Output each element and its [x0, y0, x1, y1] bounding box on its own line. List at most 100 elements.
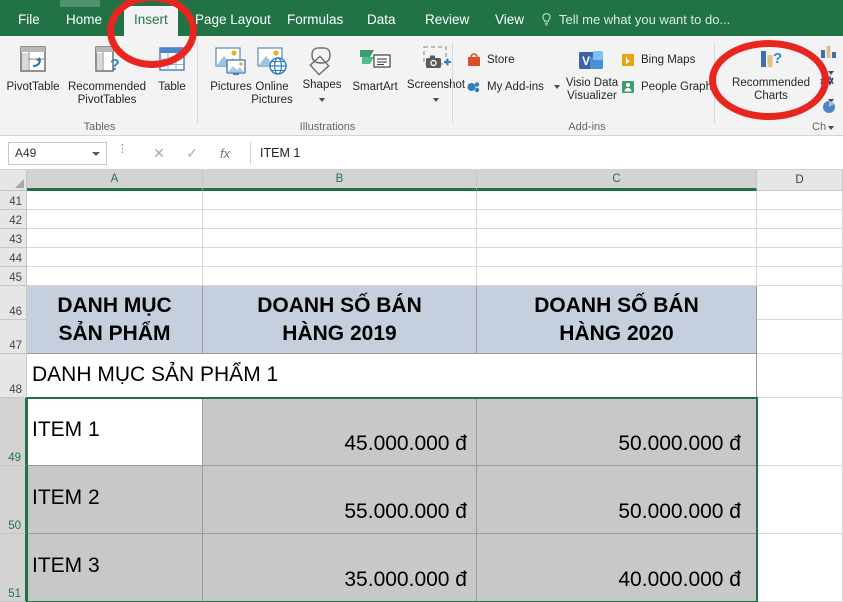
row-header-41[interactable]: 41 [0, 191, 27, 210]
recommended-charts-label-1: Recommended [732, 77, 810, 89]
recommended-charts-button[interactable]: ? Recommended Charts [725, 46, 817, 103]
pivot-table-button[interactable]: PivotTable [2, 44, 64, 94]
cell-c41[interactable] [477, 191, 757, 210]
cell-b49-text: 45.000.000 đ [344, 432, 467, 455]
row-header-42[interactable]: 42 [0, 210, 27, 229]
cell-a42[interactable] [27, 210, 203, 229]
lightbulb-icon [542, 13, 551, 26]
tab-view[interactable]: View [485, 6, 534, 36]
formula-bar-expand-handle[interactable]: ⋮ [117, 144, 128, 160]
row-header-48[interactable]: 48 [0, 354, 27, 398]
tab-home[interactable]: Home [56, 6, 112, 36]
store-icon [468, 53, 480, 66]
screenshot-dropdown-caret[interactable] [404, 91, 468, 109]
cell-d45[interactable] [757, 267, 843, 286]
shapes-icon [309, 47, 331, 76]
bing-maps-button[interactable]: Bing Maps [620, 52, 695, 68]
cell-c43[interactable] [477, 229, 757, 248]
cell-d47[interactable] [757, 320, 843, 354]
chevron-down-icon[interactable] [92, 152, 100, 156]
bing-maps-icon [622, 54, 634, 66]
recommended-pivot-tables-label-2: PivotTables [77, 94, 137, 106]
name-box-value: A49 [15, 146, 37, 160]
select-all-corner[interactable] [0, 170, 27, 191]
smartart-button[interactable]: SmartArt [345, 44, 405, 94]
cell-d48[interactable] [757, 354, 843, 398]
cell-b50[interactable]: 55.000.000 đ [203, 466, 477, 534]
people-graph-button[interactable]: People Graph [620, 79, 712, 95]
cell-c44[interactable] [477, 248, 757, 267]
cell-d41[interactable] [757, 191, 843, 210]
row-header-47[interactable]: 47 [0, 320, 27, 354]
cell-c51[interactable]: 40.000.000 đ [477, 534, 757, 602]
cell-b51-text: 35.000.000 đ [344, 568, 467, 591]
cell-a46-header[interactable]: DANH MỤC SẢN PHẨM [27, 286, 203, 354]
visio-icon: V [579, 51, 603, 69]
row-header-44[interactable]: 44 [0, 248, 27, 267]
cell-b45[interactable] [203, 267, 477, 286]
row-header-49[interactable]: 49 [0, 398, 27, 466]
online-pictures-button[interactable]: Online Pictures [245, 44, 299, 107]
table-button[interactable]: Table [150, 44, 194, 94]
row-header-43[interactable]: 43 [0, 229, 27, 248]
cell-a49[interactable]: ITEM 1 [27, 398, 203, 466]
cell-d42[interactable] [757, 210, 843, 229]
insert-function-button[interactable]: fx [214, 143, 236, 164]
cell-c46-header[interactable]: DOANH SỐ BÁN HÀNG 2020 [477, 286, 757, 354]
visio-data-visualizer-button[interactable]: V Visio Data Visualizer [559, 48, 625, 103]
enter-formula-button[interactable]: ✓ [181, 143, 203, 164]
formula-input[interactable]: ITEM 1 [250, 142, 835, 165]
shapes-dropdown-caret[interactable] [297, 91, 347, 109]
cell-d46[interactable] [757, 286, 843, 320]
tell-me-search[interactable]: Tell me what you want to do... [559, 6, 730, 34]
tab-file[interactable]: File [8, 6, 50, 36]
screenshot-button[interactable]: Screenshot [404, 44, 468, 109]
store-button[interactable]: Store [466, 52, 515, 68]
cell-d44[interactable] [757, 248, 843, 267]
cell-c50[interactable]: 50.000.000 đ [477, 466, 757, 534]
tab-page-layout[interactable]: Page Layout [185, 6, 281, 36]
cell-c45[interactable] [477, 267, 757, 286]
tab-review[interactable]: Review [415, 6, 479, 36]
row-header-51[interactable]: 51 [0, 534, 27, 602]
cell-a50[interactable]: ITEM 2 [27, 466, 203, 534]
name-box[interactable]: A49 [8, 142, 107, 165]
people-graph-icon [622, 81, 634, 93]
cell-d49[interactable] [757, 398, 843, 466]
cancel-formula-button[interactable]: ✕ [148, 143, 170, 164]
my-add-ins-button[interactable]: My Add-ins [466, 79, 561, 95]
recommended-pivot-tables-button[interactable]: ? Recommended PivotTables [62, 44, 152, 107]
cell-a41[interactable] [27, 191, 203, 210]
cell-b42[interactable] [203, 210, 477, 229]
cell-c49[interactable]: 50.000.000 đ [477, 398, 757, 466]
column-header-a[interactable]: A [27, 170, 203, 191]
cell-c42[interactable] [477, 210, 757, 229]
cell-b49[interactable]: 45.000.000 đ [203, 398, 477, 466]
row-header-46-label: 46 [9, 306, 22, 318]
cell-a44[interactable] [27, 248, 203, 267]
column-header-b[interactable]: B [203, 170, 477, 191]
cell-a51[interactable]: ITEM 3 [27, 534, 203, 602]
cell-b43[interactable] [203, 229, 477, 248]
cell-d43[interactable] [757, 229, 843, 248]
cell-b44[interactable] [203, 248, 477, 267]
row-header-50[interactable]: 50 [0, 466, 27, 534]
tab-insert[interactable]: Insert [124, 6, 178, 36]
online-pictures-label-1: Online [255, 81, 289, 93]
cell-b51[interactable]: 35.000.000 đ [203, 534, 477, 602]
row-header-46[interactable]: 46 [0, 286, 27, 320]
cell-d50[interactable] [757, 466, 843, 534]
cell-b46-header[interactable]: DOANH SỐ BÁN HÀNG 2019 [203, 286, 477, 354]
row-header-45[interactable]: 45 [0, 267, 27, 286]
tab-data[interactable]: Data [357, 6, 406, 36]
cell-a48-category[interactable]: DANH MỤC SẢN PHẨM 1 [27, 354, 757, 398]
cell-a43[interactable] [27, 229, 203, 248]
formula-bar: A49 ⋮ ✕ ✓ fx ITEM 1 [0, 137, 843, 170]
shapes-button[interactable]: Shapes [297, 44, 347, 109]
cell-b41[interactable] [203, 191, 477, 210]
column-header-d[interactable]: D [757, 170, 843, 191]
column-header-c[interactable]: C [477, 170, 757, 191]
cell-d51[interactable] [757, 534, 843, 602]
tab-formulas[interactable]: Formulas [277, 6, 353, 36]
cell-a45[interactable] [27, 267, 203, 286]
